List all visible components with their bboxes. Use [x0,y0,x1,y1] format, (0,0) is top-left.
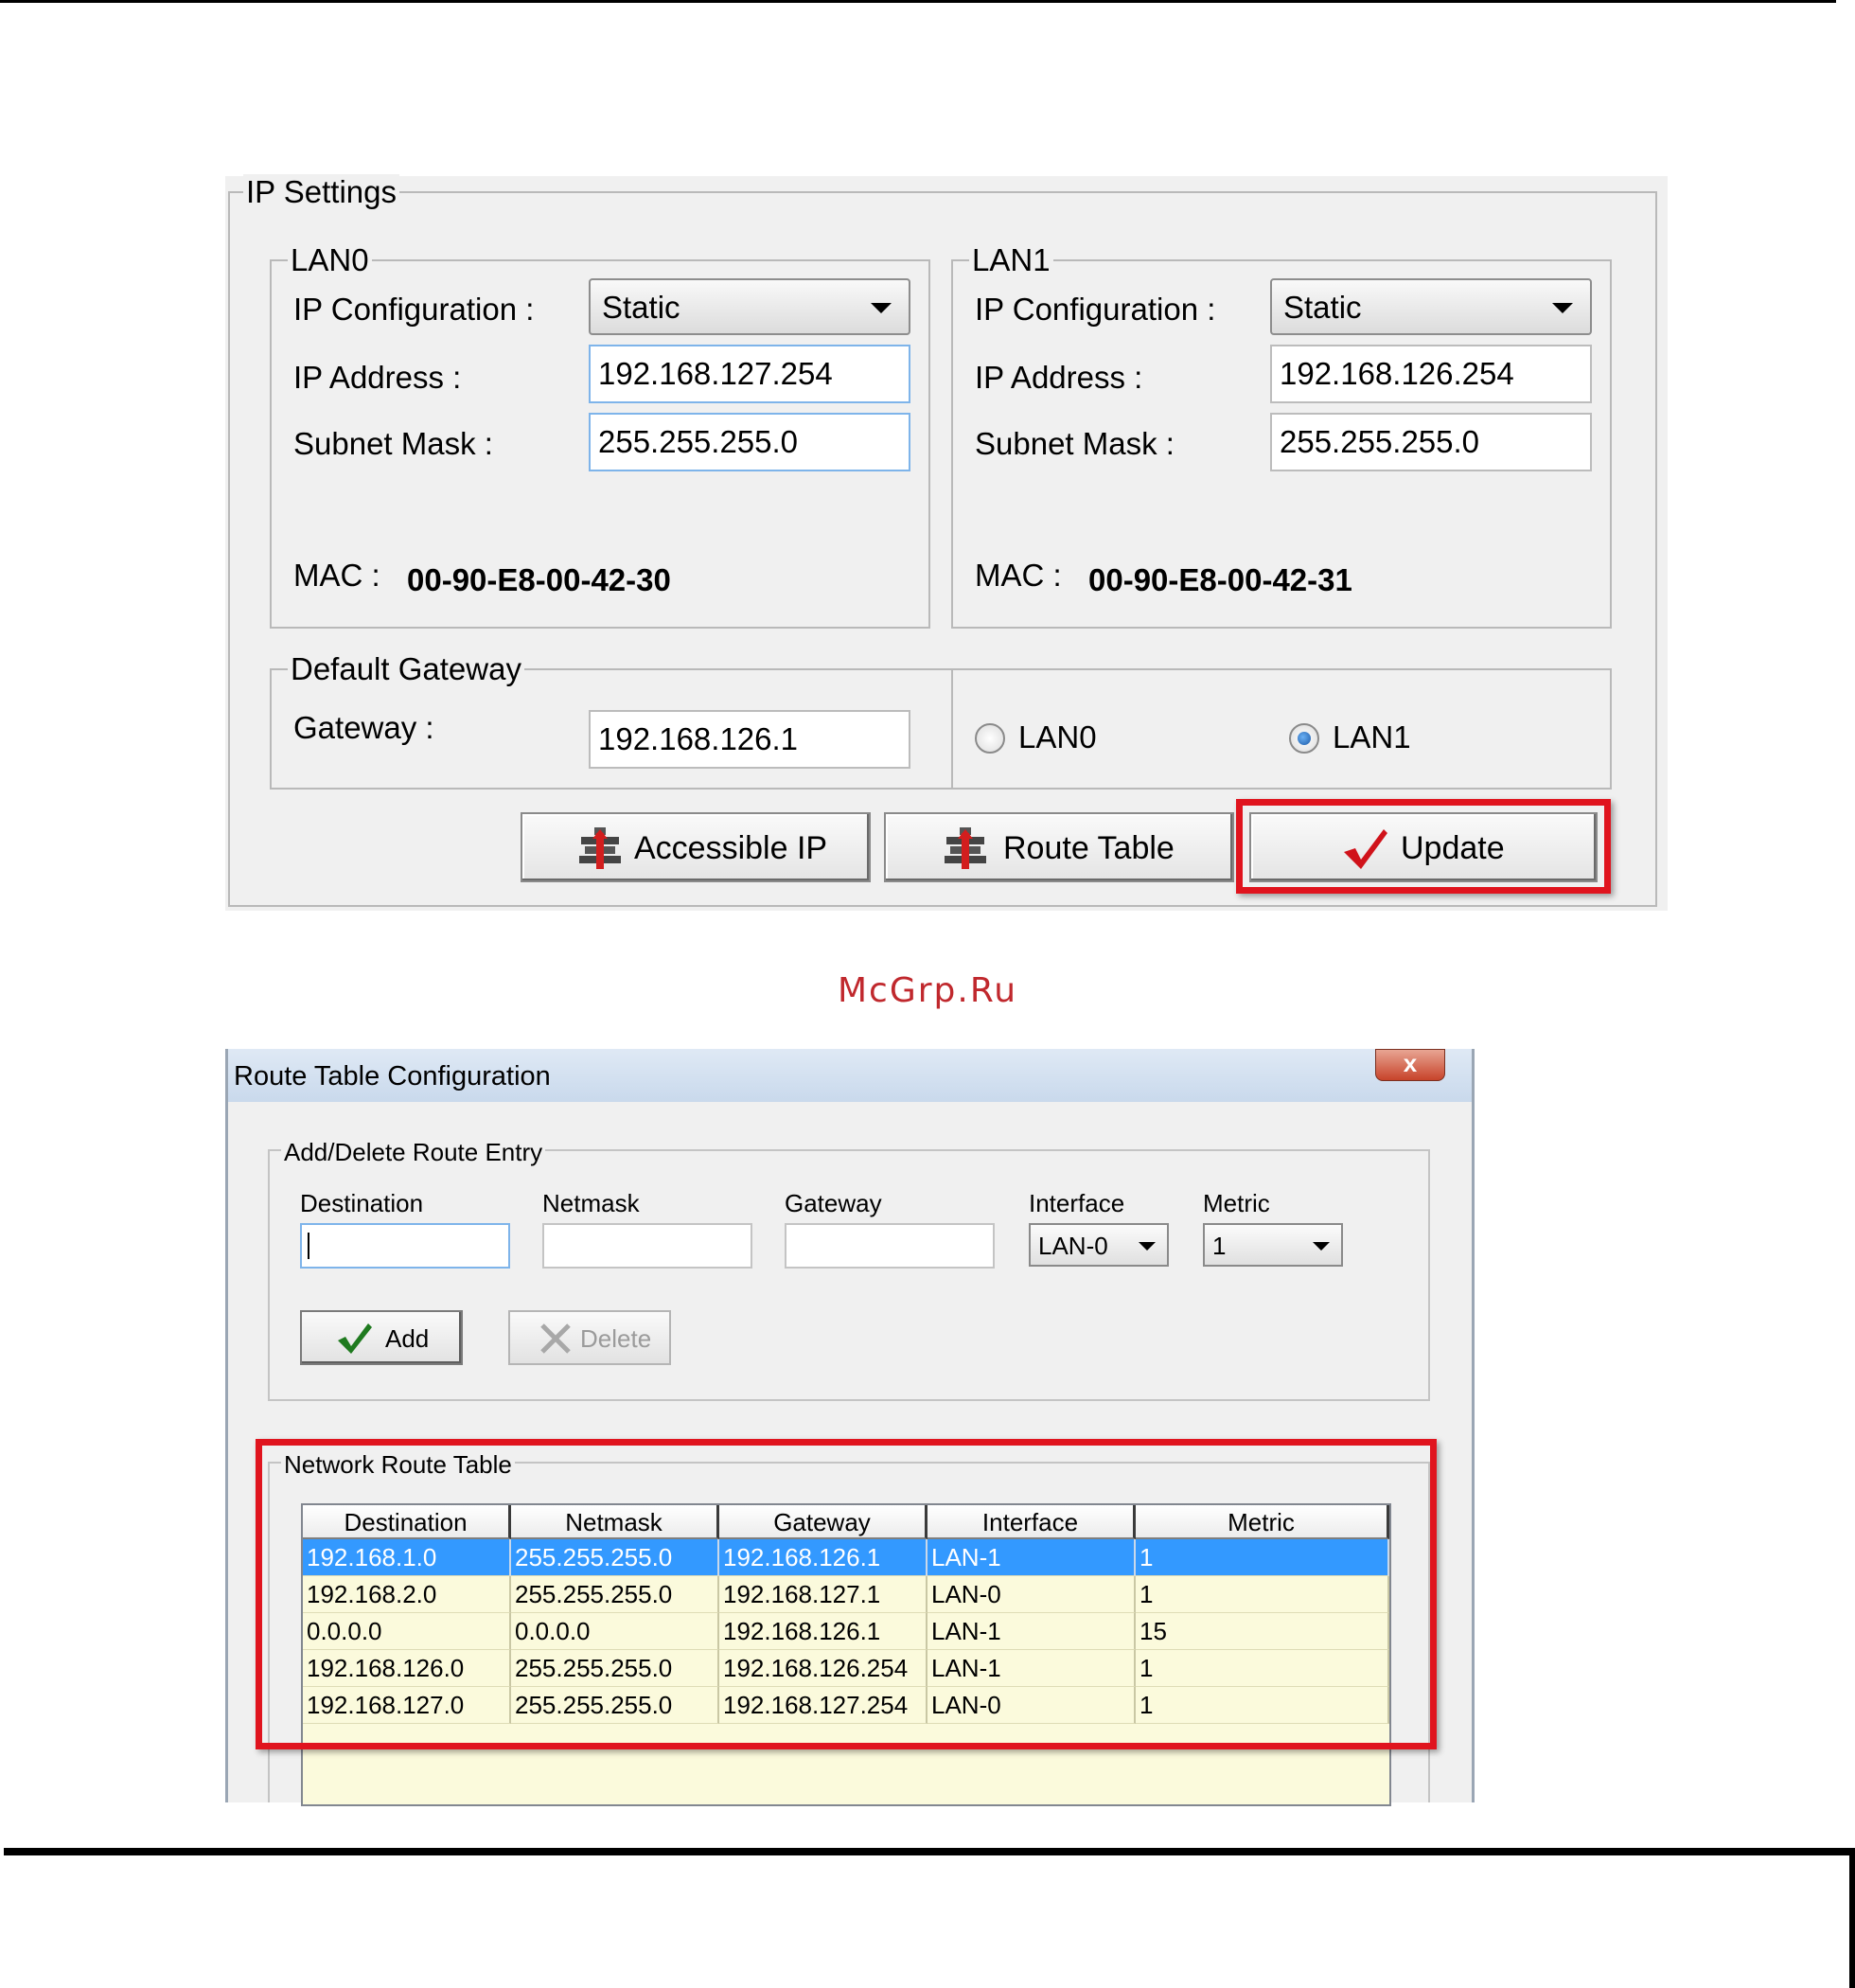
network-icon [945,827,986,869]
delete-button[interactable]: Delete [508,1310,671,1365]
gateway-divider [951,668,953,790]
lan0-mac-value: 00-90-E8-00-42-30 [407,562,671,597]
bottom-rule [4,1848,1855,1988]
lan1-subnet-input[interactable]: 255.255.255.0 [1270,413,1592,471]
radio-lan1-label: LAN1 [1333,719,1411,754]
chevron-down-icon [1313,1242,1330,1251]
close-button[interactable]: x [1375,1049,1445,1081]
add-button[interactable]: Add [300,1310,463,1365]
route-table-label: Route Table [1003,830,1175,866]
ip-settings-panel: IP Settings LAN0 IP Configuration : Stat… [225,174,1668,911]
netmask-label: Netmask [542,1189,640,1217]
destination-label: Destination [300,1189,424,1217]
lan1-ip-config-select[interactable]: Static [1270,278,1592,335]
netmask-input[interactable] [542,1223,752,1269]
lan1-ip-config-value: Static [1283,290,1362,325]
lan0-title: LAN0 [288,242,372,278]
gateway-label: Gateway : [293,710,434,745]
lan1-ip-config-label: IP Configuration : [975,292,1216,327]
radio-lan0[interactable] [975,723,1005,754]
lan1-mac-label: MAC : [975,558,1062,593]
chevron-down-icon [871,303,892,313]
text-caret [308,1233,309,1259]
lan0-ip-address-input[interactable]: 192.168.127.254 [589,345,910,403]
interface-label: Interface [1029,1189,1125,1217]
lan0-ip-config-select[interactable]: Static [589,278,910,335]
close-icon: x [1403,1049,1418,1077]
route-table-button[interactable]: Route Table [884,812,1234,882]
accessible-ip-button[interactable]: Accessible IP [521,812,871,882]
radio-lan0-label: LAN0 [1018,719,1097,754]
metric-value: 1 [1212,1232,1227,1260]
lan1-subnet-value: 255.255.255.0 [1280,424,1480,459]
lan1-ip-address-label: IP Address : [975,360,1143,395]
checkmark-icon [338,1323,372,1354]
dialog-titlebar: Route Table Configuration x [228,1049,1472,1102]
top-rule [0,0,1836,3]
dialog-title: Route Table Configuration [234,1061,551,1092]
gateway-entry-input[interactable] [785,1223,995,1269]
default-gateway-title: Default Gateway [288,651,524,687]
watermark: McGrp.Ru [837,971,1018,1010]
radio-lan1[interactable] [1289,723,1319,754]
chevron-down-icon [1552,303,1573,313]
lan1-subnet-label: Subnet Mask : [975,426,1175,461]
route-table-highlight-box [256,1439,1437,1749]
delete-label: Delete [580,1324,652,1353]
lan0-ip-config-value: Static [602,290,680,325]
lan0-mac-label: MAC : [293,558,380,593]
lan0-subnet-input[interactable]: 255.255.255.0 [589,413,910,471]
lan1-ip-address-input[interactable]: 192.168.126.254 [1270,345,1592,403]
lan1-mac-value: 00-90-E8-00-42-31 [1088,562,1352,597]
destination-input[interactable] [300,1223,510,1269]
lan0-ip-config-label: IP Configuration : [293,292,535,327]
ip-settings-title: IP Settings [243,174,399,210]
add-label: Add [385,1324,430,1353]
gateway-value: 192.168.126.1 [598,721,799,756]
update-highlight-box [1236,799,1611,894]
gateway-entry-label: Gateway [785,1189,882,1217]
route-entry-title: Add/Delete Route Entry [281,1138,546,1166]
accessible-ip-label: Accessible IP [634,830,828,866]
metric-select[interactable]: 1 [1203,1223,1343,1267]
interface-value: LAN-0 [1038,1232,1108,1260]
network-icon [579,827,621,869]
x-icon [540,1323,571,1354]
lan1-title: LAN1 [969,242,1053,278]
lan0-subnet-label: Subnet Mask : [293,426,493,461]
interface-select[interactable]: LAN-0 [1029,1223,1169,1267]
gateway-input[interactable]: 192.168.126.1 [589,710,910,769]
metric-label: Metric [1203,1189,1270,1217]
chevron-down-icon [1139,1242,1156,1251]
lan0-ip-address-label: IP Address : [293,360,462,395]
lan1-ip-address-value: 192.168.126.254 [1280,356,1514,391]
lan0-ip-address-value: 192.168.127.254 [598,356,833,391]
lan0-subnet-value: 255.255.255.0 [598,424,799,459]
radio-selected-dot [1298,732,1311,745]
